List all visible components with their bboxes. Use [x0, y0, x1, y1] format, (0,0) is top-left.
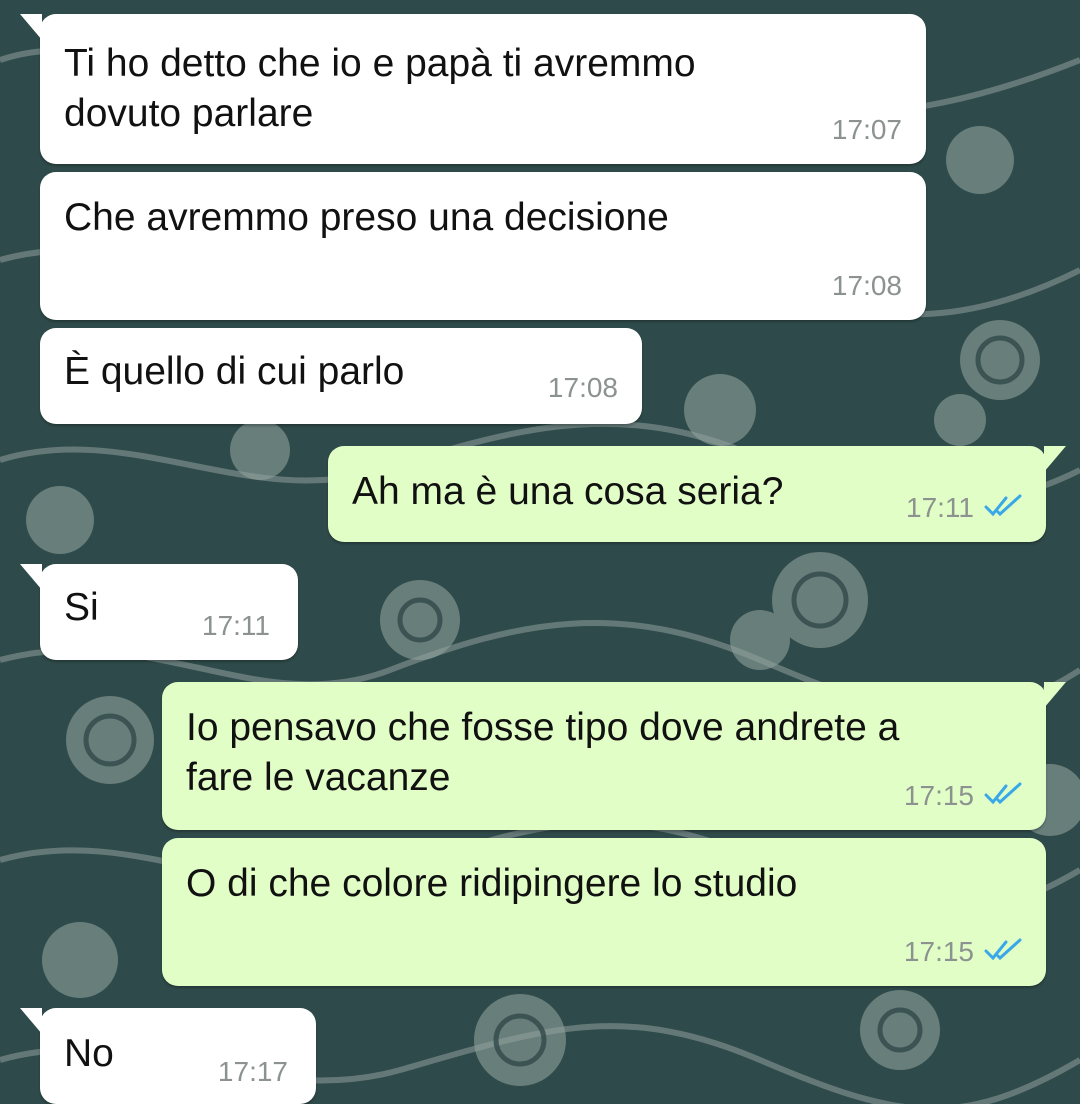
message-bubble-outgoing[interactable]: O di che colore ridipingere lo studio 17… — [162, 838, 1046, 986]
message-bubble-outgoing[interactable]: Ah ma è una cosa seria? 17:11 — [328, 446, 1066, 542]
message-bubble-incoming[interactable]: È quello di cui parlo 17:08 — [40, 328, 642, 424]
message-text: Si — [64, 586, 99, 629]
message-bubble-incoming[interactable]: No 17:17 — [20, 1008, 316, 1104]
message-text: Io pensavo che fosse tipo dove andrete a — [186, 706, 900, 749]
message-bubble-outgoing[interactable]: Io pensavo che fosse tipo dove andrete a… — [162, 682, 1066, 830]
message-text: È quello di cui parlo — [64, 350, 405, 393]
message-text: No — [64, 1032, 114, 1075]
double-check-icon — [984, 494, 1022, 517]
message-bubble-incoming[interactable]: Si 17:11 — [20, 564, 298, 660]
message-timestamp: 17:07 — [831, 114, 902, 145]
message-text: Ah ma è una cosa seria? — [352, 470, 784, 513]
message-timestamp: 17:15 — [903, 780, 974, 811]
double-check-icon — [984, 782, 1022, 805]
message-text: Che avremmo preso una decisione — [64, 196, 669, 239]
double-check-icon — [984, 938, 1022, 961]
message-timestamp: 17:08 — [831, 270, 902, 301]
message-timestamp: 17:15 — [903, 936, 974, 967]
message-text: O di che colore ridipingere lo studio — [186, 862, 798, 905]
message-timestamp: 17:17 — [217, 1056, 288, 1087]
message-text: dovuto parlare — [64, 92, 314, 135]
message-text: fare le vacanze — [186, 756, 451, 799]
message-bubble-incoming[interactable]: Ti ho detto che io e papà ti avremmo dov… — [20, 14, 926, 164]
message-timestamp: 17:11 — [202, 610, 270, 641]
message-timestamp: 17:11 — [906, 492, 974, 523]
message-text: Ti ho detto che io e papà ti avremmo — [64, 42, 696, 85]
message-bubble-incoming[interactable]: Che avremmo preso una decisione 17:08 — [40, 172, 926, 320]
message-timestamp: 17:08 — [547, 372, 618, 403]
